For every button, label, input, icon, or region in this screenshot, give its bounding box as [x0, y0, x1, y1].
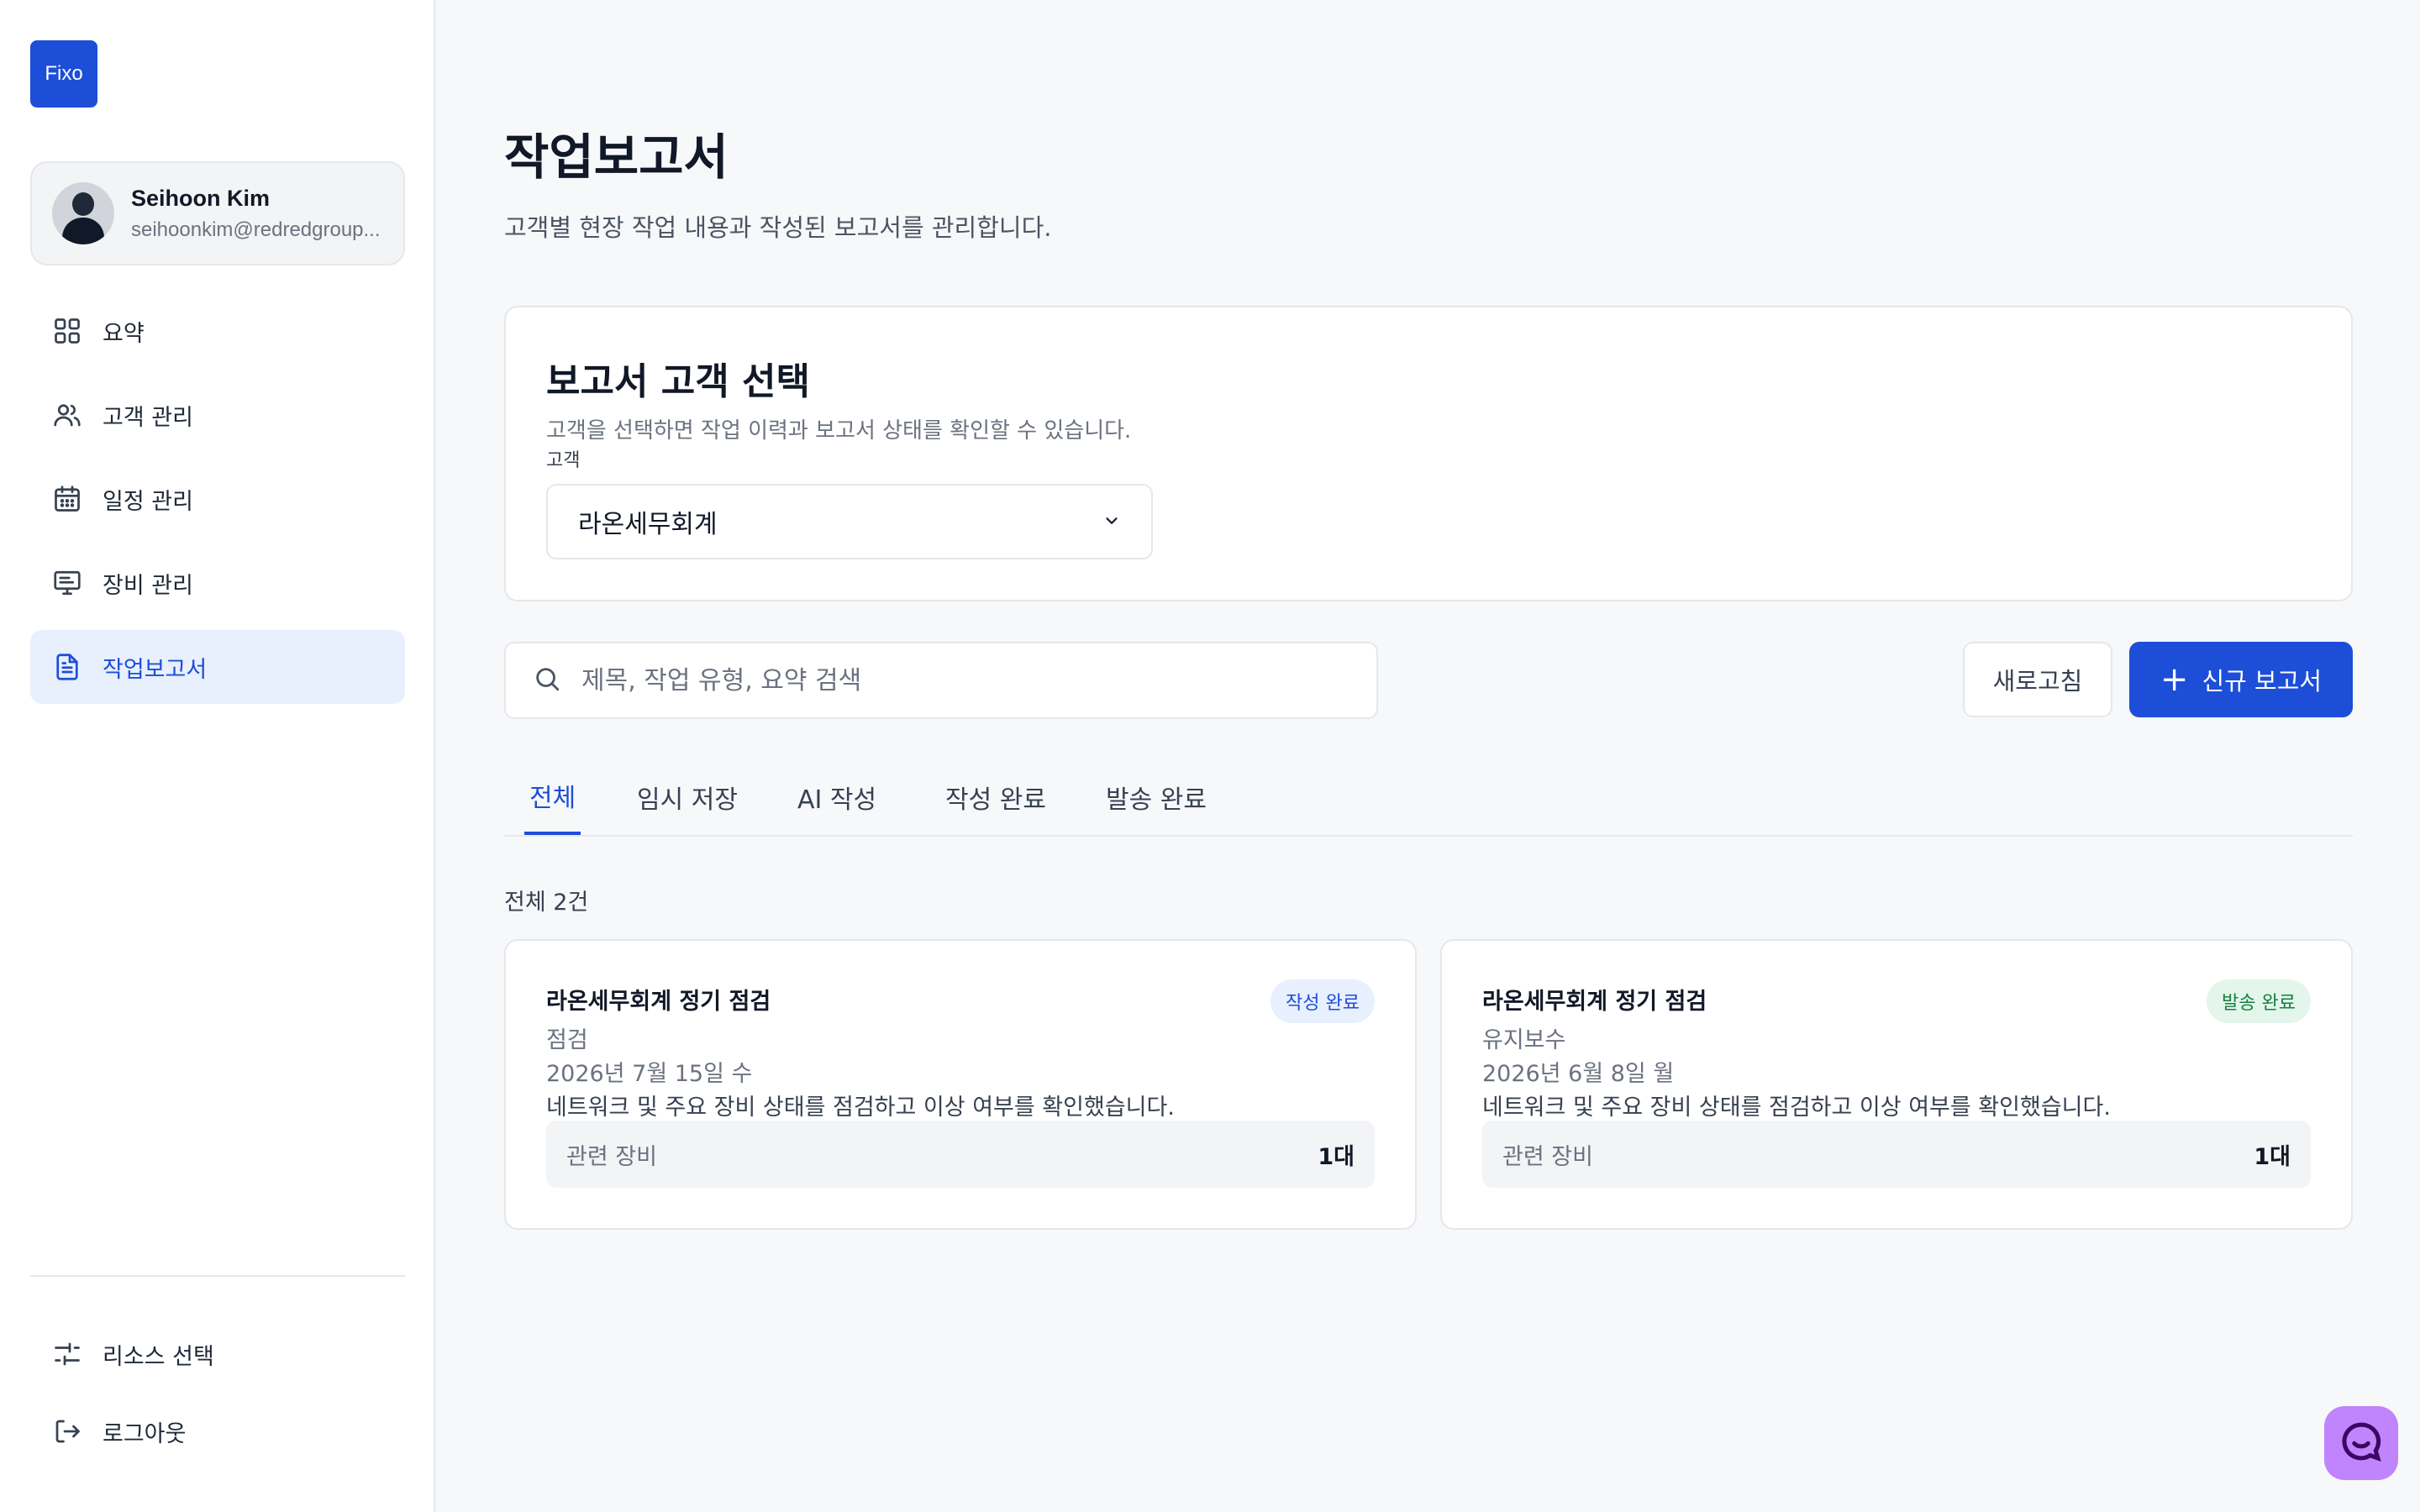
search-icon [533, 664, 561, 696]
result-count: 전체 2건 [504, 890, 589, 916]
user-email: seihoonkim@redredgroup... [131, 218, 381, 241]
users-icon [52, 400, 82, 430]
page-subtitle: 고객별 현장 작업 내용과 작성된 보고서를 관리합니다. [504, 213, 1052, 242]
tab-completed[interactable]: 작성 완료 [945, 759, 1046, 835]
report-summary: 네트워크 및 주요 장비 상태를 점검하고 이상 여부를 확인했습니다. [546, 1095, 1175, 1121]
tab-all[interactable]: 전체 [524, 759, 581, 835]
sidebar-bottom-nav: 리소스 선택 로그아웃 [30, 1319, 405, 1473]
report-card[interactable]: 라온세무회계 정기 점검 작성 완료 점검 2026년 7월 15일 수 네트워… [504, 939, 1417, 1230]
related-equipment: 관련 장비 1대 [546, 1121, 1375, 1188]
customer-dropdown[interactable]: 라온세무회계 [546, 484, 1153, 559]
tab-sent[interactable]: 발송 완료 [1106, 759, 1207, 835]
sidebar-item-label: 일정 관리 [103, 488, 193, 515]
sidebar-item-customers[interactable]: 고객 관리 [30, 378, 405, 452]
sidebar-item-label: 리소스 선택 [103, 1343, 214, 1370]
sidebar-item-label: 작업보고서 [103, 656, 208, 683]
sliders-icon [52, 1339, 82, 1369]
report-date: 2026년 6월 8일 월 [1482, 1061, 1675, 1087]
sidebar-item-label: 장비 관리 [103, 572, 193, 599]
customer-dropdown-value: 라온세무회계 [578, 510, 718, 539]
new-report-button[interactable]: + 신규 보고서 [2129, 642, 2353, 717]
refresh-button[interactable]: 새로고침 [1963, 642, 2112, 717]
sidebar-item-label: 요약 [103, 320, 145, 347]
report-card[interactable]: 라온세무회계 정기 점검 발송 완료 유지보수 2026년 6월 8일 월 네트… [1440, 939, 2353, 1230]
page-title: 작업보고서 [504, 129, 729, 186]
logout-icon [52, 1416, 82, 1446]
customer-field-label: 고객 [546, 450, 581, 471]
sidebar-divider [30, 1275, 405, 1277]
search-input[interactable] [580, 664, 1339, 696]
sidebar-item-logout[interactable]: 로그아웃 [30, 1396, 405, 1467]
customer-select-card: 보고서 고객 선택 고객을 선택하면 작업 이력과 보고서 상태를 확인할 수 … [504, 306, 2353, 601]
main-content: 작업보고서 고객별 현장 작업 내용과 작성된 보고서를 관리합니다. 보고서 … [435, 0, 2420, 1512]
user-profile-card[interactable]: Seihoon Kim seihoonkim@redredgroup... [30, 161, 405, 265]
sidebar-item-equipment[interactable]: 장비 관리 [30, 546, 405, 620]
chevron-down-icon [1102, 507, 1121, 537]
sidebar-item-schedule[interactable]: 일정 관리 [30, 462, 405, 536]
avatar [52, 182, 114, 244]
report-title: 라온세무회계 정기 점검 [546, 989, 771, 1015]
related-equipment-count: 1대 [2254, 1143, 2291, 1170]
status-badge: 발송 완료 [2207, 979, 2311, 1023]
status-badge: 작성 완료 [1270, 979, 1375, 1023]
sidebar-item-label: 로그아웃 [103, 1420, 187, 1447]
report-title: 라온세무회계 정기 점검 [1482, 989, 1707, 1015]
report-type: 유지보수 [1482, 1027, 1566, 1053]
sidebar-item-reports[interactable]: 작업보고서 [30, 630, 405, 704]
chat-icon [2338, 1418, 2385, 1468]
sidebar-item-label: 고객 관리 [103, 404, 193, 431]
tab-ai-written[interactable]: AI 작성 [797, 759, 876, 835]
sidebar-item-resource-select[interactable]: 리소스 선택 [30, 1319, 405, 1389]
tab-draft[interactable]: 임시 저장 [637, 759, 738, 835]
calendar-icon [52, 484, 82, 514]
new-report-label: 신규 보고서 [2202, 667, 2323, 696]
customer-select-title: 보고서 고객 선택 [546, 360, 810, 403]
related-equipment: 관련 장비 1대 [1482, 1121, 2311, 1188]
plus-icon: + [2160, 660, 2189, 699]
related-equipment-count: 1대 [1318, 1143, 1355, 1170]
sidebar-item-summary[interactable]: 요약 [30, 294, 405, 368]
document-icon [52, 652, 82, 682]
app-logo[interactable]: Fixo [30, 40, 97, 108]
report-type: 점검 [546, 1027, 588, 1053]
report-date: 2026년 7월 15일 수 [546, 1061, 753, 1087]
customer-select-description: 고객을 선택하면 작업 이력과 보고서 상태를 확인할 수 있습니다. [546, 418, 1132, 444]
related-equipment-label: 관련 장비 [1502, 1143, 1593, 1170]
grid-icon [52, 316, 82, 346]
user-name: Seihoon Kim [131, 185, 271, 211]
related-equipment-label: 관련 장비 [566, 1143, 657, 1170]
search-field[interactable] [504, 642, 1378, 719]
chat-support-button[interactable] [2324, 1406, 2398, 1480]
status-tabs: 전체 임시 저장 AI 작성 작성 완료 발송 완료 [504, 759, 2353, 837]
sidebar-nav: 요약 고객 관리 일정 관리 장비 관리 작업보고서 [30, 294, 405, 714]
sidebar: Fixo Seihoon Kim seihoonkim@redredgroup.… [0, 0, 435, 1512]
monitor-icon [52, 568, 82, 598]
report-summary: 네트워크 및 주요 장비 상태를 점검하고 이상 여부를 확인했습니다. [1482, 1095, 2111, 1121]
